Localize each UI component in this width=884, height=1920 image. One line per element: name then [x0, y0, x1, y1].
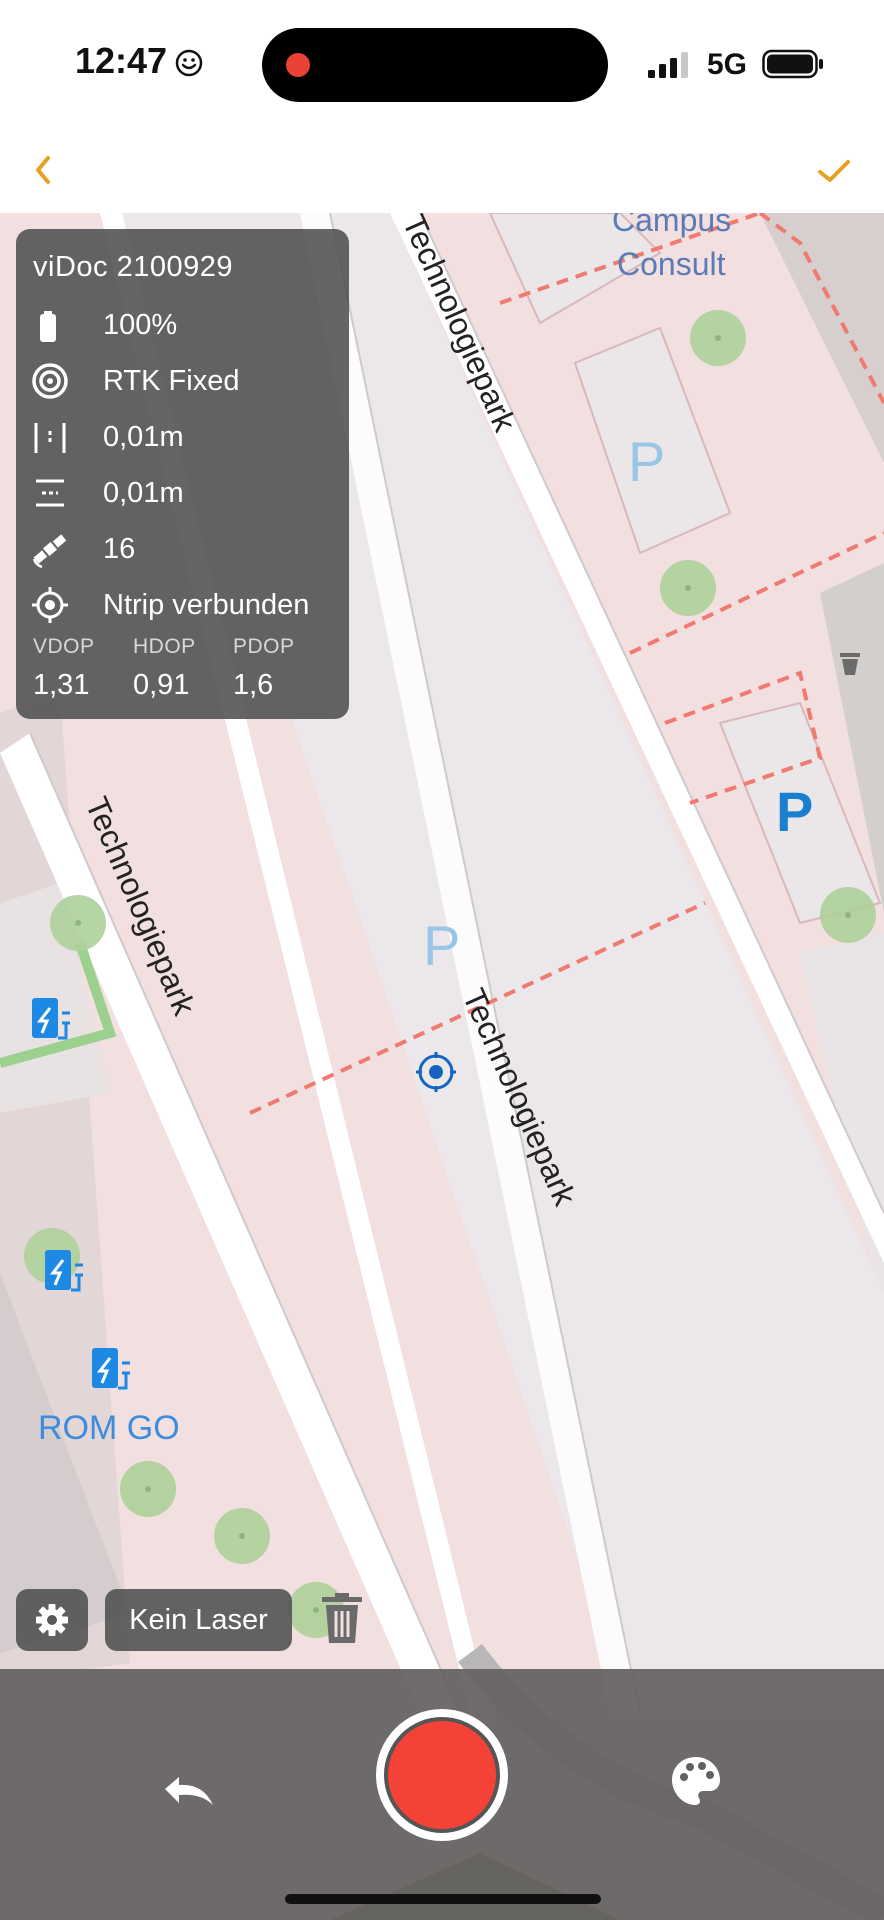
hdop: HDOP 0,91 — [133, 635, 196, 701]
smiley-icon — [175, 49, 203, 77]
vdop: VDOP 1,31 — [33, 635, 95, 701]
palette-icon[interactable] — [668, 1753, 724, 1809]
rtk-fix-icon — [32, 363, 68, 399]
fix-row: RTK Fixed — [30, 359, 340, 403]
undo-icon[interactable] — [155, 1767, 221, 1819]
status-time: 12:47 — [75, 40, 168, 81]
satellites-row: 16 — [30, 527, 340, 571]
pdop: PDOP 1,6 — [233, 635, 295, 701]
recording-indicator — [286, 53, 310, 77]
bottom-toolbar — [0, 1669, 884, 1920]
device-name: viDoc 2100929 — [33, 251, 233, 283]
battery-icon — [40, 311, 56, 342]
app-bar — [0, 130, 884, 213]
dynamic-island — [262, 28, 608, 102]
laser-button[interactable]: Kein Laser — [105, 1589, 292, 1651]
battery-row: 100% — [30, 303, 340, 347]
parking-label: P — [423, 914, 460, 977]
horizontal-accuracy-icon — [36, 479, 64, 507]
satellite-icon — [32, 534, 67, 569]
trash-icon[interactable] — [320, 1593, 364, 1645]
vertical-accuracy-row: 0,01m — [30, 415, 340, 459]
poi-label: Consult — [617, 246, 726, 282]
poi-label: ROM GO — [38, 1409, 180, 1447]
horizontal-accuracy-row: 0,01m — [30, 471, 340, 515]
checkmark-icon[interactable] — [806, 140, 866, 200]
charging-station-icon — [92, 1348, 130, 1390]
home-indicator — [285, 1894, 601, 1904]
ntrip-row: Ntrip verbunden — [30, 583, 340, 627]
cellular-signal-icon — [648, 52, 688, 78]
network-type: 5G — [707, 48, 748, 81]
record-indicator — [384, 1717, 500, 1833]
parking-label: P — [776, 780, 813, 843]
settings-button[interactable] — [16, 1589, 88, 1651]
gnss-info-panel: viDoc 2100929 100% RTK Fixed 0,01m 0,01m — [16, 229, 349, 719]
parking-label: P — [628, 430, 665, 493]
poi-label: Campus — [612, 213, 731, 238]
status-bar: 12:47 5G — [0, 0, 884, 130]
vertical-accuracy-icon — [34, 423, 66, 453]
chevron-left-icon[interactable] — [20, 140, 80, 200]
battery-icon — [762, 49, 823, 79]
ntrip-target-icon — [32, 587, 68, 623]
record-button[interactable] — [376, 1709, 508, 1841]
gear-icon — [36, 1604, 68, 1636]
